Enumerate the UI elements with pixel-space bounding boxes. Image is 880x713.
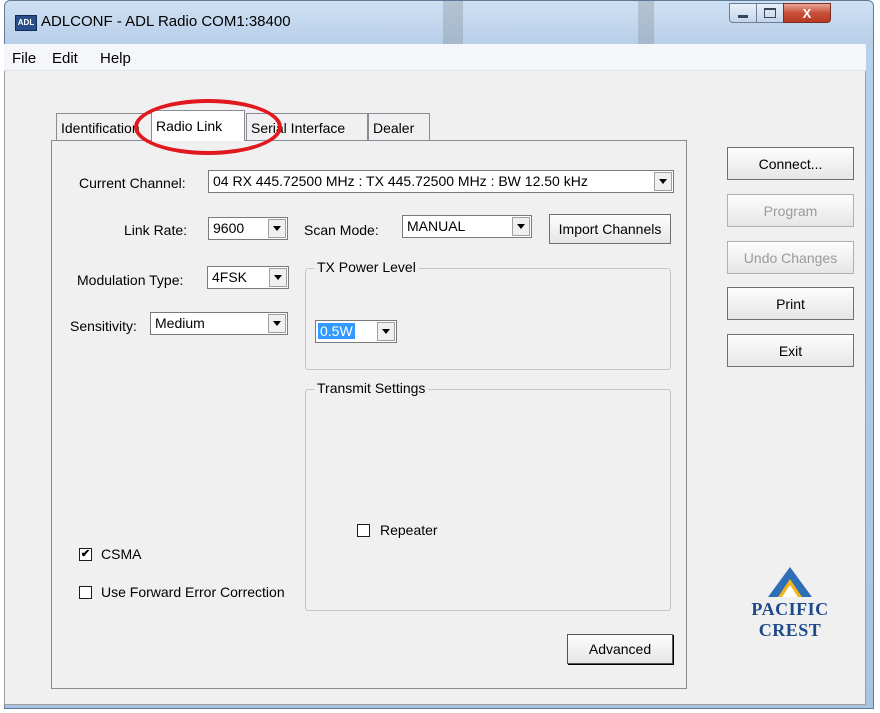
undo-changes-button[interactable]: Undo Changes xyxy=(727,241,854,274)
dropdown-arrow-icon[interactable] xyxy=(377,322,395,341)
sensitivity-value: Medium xyxy=(155,315,205,331)
link-rate-label: Link Rate: xyxy=(124,222,188,238)
menu-help[interactable]: Help xyxy=(100,50,131,67)
tx-power-value: 0.5W xyxy=(318,323,355,339)
repeater-checkbox[interactable] xyxy=(357,524,370,537)
tx-power-level-group: TX Power Level xyxy=(305,259,671,370)
mountain-logo-icon xyxy=(768,567,812,597)
tx-power-level-title: TX Power Level xyxy=(314,259,419,275)
modulation-type-label: Modulation Type: xyxy=(77,272,184,288)
advanced-button[interactable]: Advanced xyxy=(567,634,673,664)
modulation-type-value: 4FSK xyxy=(212,269,248,285)
app-icon: ADL xyxy=(15,15,37,31)
modulation-type-select[interactable]: 4FSK xyxy=(207,266,289,289)
link-rate-select[interactable]: 9600 xyxy=(208,217,288,240)
close-icon: X xyxy=(802,5,812,21)
window-title: ADLCONF - ADL Radio COM1:38400 xyxy=(41,13,291,30)
fec-checkbox[interactable] xyxy=(79,586,92,599)
dropdown-arrow-icon[interactable] xyxy=(512,217,530,236)
current-channel-label: Current Channel: xyxy=(79,175,186,191)
sensitivity-label: Sensitivity: xyxy=(70,318,137,334)
connect-button[interactable]: Connect... xyxy=(727,147,854,180)
maximize-icon xyxy=(764,8,776,18)
title-bar-blur xyxy=(443,1,463,45)
menu-bar: File Edit Help xyxy=(4,44,866,71)
menu-file[interactable]: File xyxy=(12,50,36,67)
tab-dealer[interactable]: Dealer xyxy=(368,113,430,140)
exit-button[interactable]: Exit xyxy=(727,334,854,367)
maximize-button[interactable] xyxy=(756,3,784,23)
pacific-crest-logo: PACIFIC CREST xyxy=(726,563,854,640)
scan-mode-value: MANUAL xyxy=(407,218,466,234)
dropdown-arrow-icon[interactable] xyxy=(654,172,672,191)
scan-mode-select[interactable]: MANUAL xyxy=(402,215,532,238)
dropdown-arrow-icon[interactable] xyxy=(268,219,286,238)
fec-label: Use Forward Error Correction xyxy=(101,584,285,600)
dropdown-arrow-icon[interactable] xyxy=(269,268,287,287)
logo-text: PACIFIC CREST xyxy=(751,599,829,640)
program-button[interactable]: Program xyxy=(727,194,854,227)
tx-power-select[interactable]: 0.5W xyxy=(315,320,397,343)
transmit-settings-title: Transmit Settings xyxy=(314,380,429,396)
close-button[interactable]: X xyxy=(783,3,831,23)
link-rate-value: 9600 xyxy=(213,220,245,236)
sensitivity-select[interactable]: Medium xyxy=(150,312,288,335)
current-channel-select[interactable]: 04 RX 445.72500 MHz : TX 445.72500 MHz :… xyxy=(208,170,674,193)
print-button[interactable]: Print xyxy=(727,287,854,320)
title-bar[interactable]: ADL ADLCONF - ADL Radio COM1:38400 X xyxy=(5,1,873,45)
dropdown-arrow-icon[interactable] xyxy=(268,314,286,333)
minimize-icon xyxy=(738,15,748,18)
repeater-label: Repeater xyxy=(380,522,438,538)
menu-edit[interactable]: Edit xyxy=(52,50,78,67)
title-bar-blur xyxy=(638,1,654,45)
transmit-settings-group: Transmit Settings xyxy=(305,380,671,611)
import-channels-button[interactable]: Import Channels xyxy=(549,214,671,244)
minimize-button[interactable] xyxy=(729,3,757,23)
current-channel-value: 04 RX 445.72500 MHz : TX 445.72500 MHz :… xyxy=(213,173,588,189)
csma-checkbox[interactable]: ✔ xyxy=(79,548,92,561)
csma-label: CSMA xyxy=(101,546,142,562)
scan-mode-label: Scan Mode: xyxy=(304,222,379,238)
annotation-ellipse xyxy=(134,99,282,155)
